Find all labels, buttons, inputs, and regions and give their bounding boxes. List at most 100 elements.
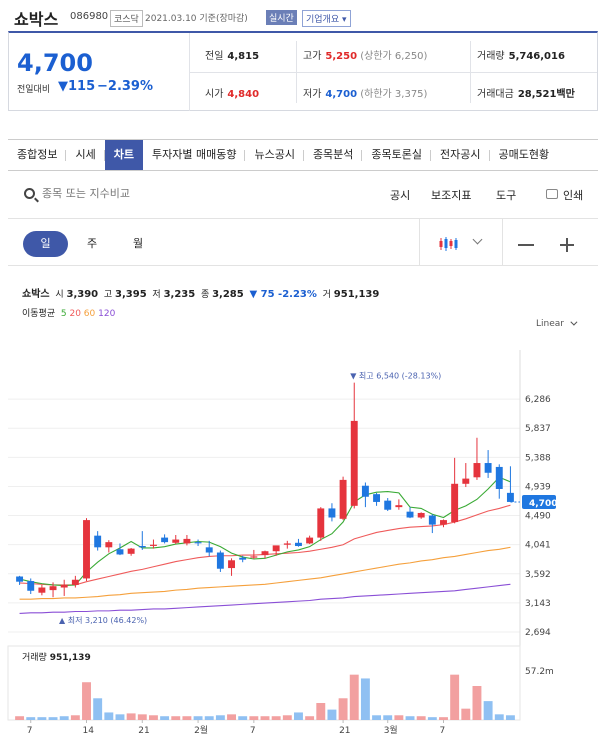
scale-dropdown[interactable]: Linear (536, 319, 575, 329)
candle-body (462, 478, 470, 484)
volume-bar (70, 715, 80, 720)
compare-search-input[interactable]: 종목 또는 지수비교 (42, 185, 130, 201)
tab-news[interactable]: 뉴스공시 (245, 140, 305, 170)
volume-bar (316, 703, 326, 720)
tab-price[interactable]: 시세 (66, 140, 105, 170)
x-tick-label: 7 (439, 726, 445, 736)
volume-bar (383, 715, 393, 720)
volume-bar (472, 686, 482, 720)
price-change: ▼115 (58, 79, 96, 94)
candle-body (384, 500, 392, 510)
candle-body (228, 560, 235, 569)
candle-body (361, 485, 369, 497)
candle-body (60, 584, 68, 588)
tab-e-disclosure[interactable]: 전자공시 (431, 140, 491, 170)
tools-button[interactable]: 도구 (496, 187, 516, 203)
indicators-button[interactable]: 보조지표 (431, 187, 471, 203)
period-week[interactable]: 주 (80, 231, 104, 257)
candle-body (38, 587, 46, 593)
volume-bar (271, 716, 281, 720)
price-chart[interactable]: 6,286 5,837 5,388 4,939 4,490 4,041 3,592 3,143… (0, 330, 602, 745)
volume-bar (282, 715, 292, 720)
tab-chart[interactable]: 차트 (104, 140, 143, 170)
tab-summary[interactable]: 종합정보 (8, 140, 67, 170)
stat-high: 고가 5,250 (상한가 6,250) (303, 51, 428, 62)
volume-bar (394, 715, 404, 720)
tab-discussion[interactable]: 종목토론실 (362, 140, 431, 170)
disclosure-button[interactable]: 공시 (390, 187, 410, 203)
period-day[interactable]: 일 (23, 231, 68, 257)
volume-bar (294, 712, 303, 720)
stock-tabs: 종합정보 시세 차트 투자자별 매매동향 뉴스공시 종목분석 종목토론실 전자공… (8, 139, 598, 171)
price-axis-label: 3,143 (525, 599, 551, 609)
ohlc-legend: 쇼박스 시 3,390 고 3,395 저 3,235 종 3,285 ▼ 75… (22, 289, 380, 300)
volume-bar (349, 674, 359, 720)
candle-body (261, 551, 269, 556)
x-tick-label: 3월 (384, 724, 398, 736)
volume-bar (416, 716, 426, 720)
zoom-in-icon[interactable] (560, 239, 574, 250)
volume-bar (137, 714, 147, 720)
candle-body (373, 494, 381, 502)
candle-body (83, 520, 90, 579)
base-date: 2021.03.10 기준(장마감) (145, 14, 248, 24)
ma5-label: 5 (60, 309, 67, 319)
candle-body (194, 542, 202, 544)
candle-body (451, 483, 459, 523)
volume-bar (82, 682, 91, 720)
volume-bar (450, 674, 460, 720)
tab-investor-trend[interactable]: 투자자별 매매동향 (143, 140, 246, 170)
zoom-out-icon[interactable] (518, 244, 534, 246)
live-badge[interactable]: 실시간 (266, 10, 297, 25)
candle-body (161, 537, 169, 543)
volume-bar (59, 716, 69, 720)
period-month[interactable]: 월 (126, 231, 150, 257)
candle-body (350, 420, 358, 506)
candle-body (417, 512, 425, 518)
candle-body (506, 492, 514, 502)
candle-body (239, 557, 247, 560)
candle-body (127, 548, 135, 554)
x-tick-label: 21 (339, 726, 350, 736)
candle-body (205, 547, 213, 553)
search-icon[interactable] (24, 188, 35, 199)
price-change-pct: −2.39% (97, 79, 153, 94)
volume-bar (227, 714, 236, 720)
company-overview-dropdown[interactable]: 기업개요 ▾ (302, 10, 351, 27)
candle-body (138, 546, 146, 548)
candle-body (406, 511, 414, 518)
ma5-line (19, 476, 511, 587)
volume-bar (182, 716, 192, 720)
max-price-annotation: ▼ 최고 6,540 (-28.13%) (350, 371, 441, 381)
candle-body (116, 549, 124, 555)
stat-prev: 전일 4,815 (205, 51, 260, 62)
candle-body (283, 543, 291, 545)
volume-bar (494, 714, 504, 720)
quote-panel: 4,700 전일대비 ▼115 −2.39% 전일 4,815 고가 5,250 (… (8, 31, 598, 111)
candle-body (250, 556, 258, 558)
price-axis-label: 6,286 (525, 395, 551, 405)
chart-type-chevron-down-icon[interactable] (472, 234, 483, 245)
volume-bar (427, 717, 437, 720)
candle-body (484, 463, 492, 473)
volume-bar (372, 715, 382, 720)
price-axis-label: 5,388 (525, 453, 551, 463)
volume-axis-label: 57.2m (525, 667, 554, 677)
tab-analysis[interactable]: 종목분석 (304, 140, 363, 170)
volume-bar (360, 678, 370, 720)
candle-body (27, 581, 35, 591)
tab-short-selling[interactable]: 공매도현황 (490, 140, 559, 170)
ma120-line (19, 583, 511, 615)
volume-legend: 거래량 951,139 (22, 653, 91, 663)
ma120-label: 120 (98, 309, 116, 319)
ma60-label: 60 (83, 309, 96, 319)
volume-bar (215, 715, 225, 720)
candle-body (94, 535, 102, 548)
current-price: 4,700 (17, 49, 93, 77)
candlestick-icon[interactable] (438, 236, 458, 252)
print-button[interactable]: 인쇄 (563, 187, 583, 203)
print-icon[interactable] (546, 189, 558, 199)
candle-body (172, 539, 180, 543)
candle-body (16, 576, 24, 582)
volume-bar (327, 709, 337, 720)
